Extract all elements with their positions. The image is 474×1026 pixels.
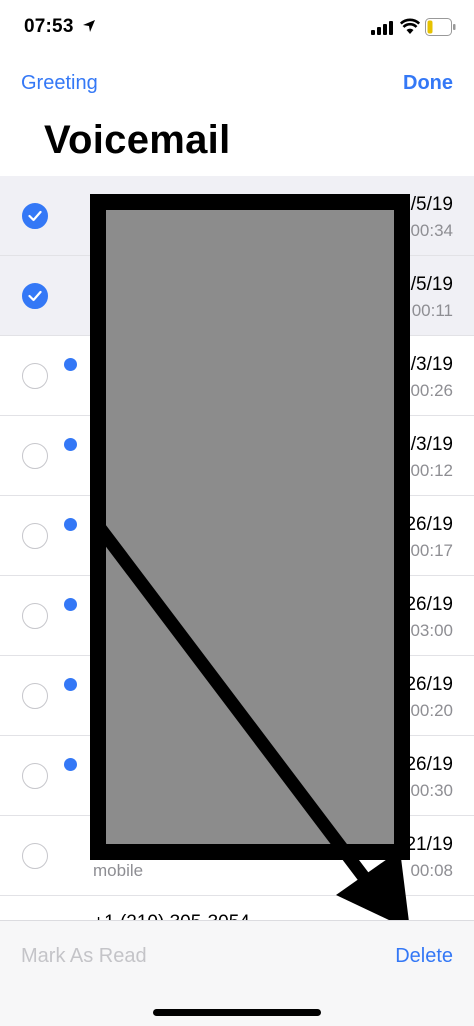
unread-dot	[64, 598, 77, 611]
unread-dot	[64, 758, 77, 771]
voicemail-date: 26/19	[405, 674, 453, 695]
status-bar: 07:53	[0, 0, 474, 56]
voicemail-duration: 00:08	[410, 861, 453, 880]
voicemail-date: 26/19	[405, 514, 453, 535]
redaction-box	[90, 194, 410, 860]
greeting-button[interactable]: Greeting	[21, 72, 98, 95]
unread-dot	[64, 358, 77, 371]
delete-button[interactable]: Delete	[395, 945, 453, 968]
voicemail-date: /5/19	[410, 194, 453, 215]
battery-icon	[425, 18, 456, 36]
done-button[interactable]: Done	[403, 72, 453, 95]
selection-circle[interactable]	[22, 603, 48, 629]
voicemail-date: /3/19	[410, 434, 453, 455]
location-arrow-icon	[83, 20, 95, 32]
status-time: 07:53	[24, 16, 74, 37]
home-indicator	[153, 1009, 321, 1016]
checkmark-icon[interactable]	[22, 283, 48, 309]
unread-dot	[64, 518, 77, 531]
selection-circle[interactable]	[22, 443, 48, 469]
caller-subtitle: mobile	[93, 861, 144, 880]
voicemail-date: 26/19	[405, 594, 453, 615]
selection-circle[interactable]	[22, 683, 48, 709]
unread-dot	[64, 678, 77, 691]
voicemail-duration: 00:17	[410, 541, 453, 560]
cellular-signal-icon	[371, 21, 393, 35]
page-title: Voicemail	[44, 118, 231, 162]
list-item[interactable]: +1 (210) 305-3054	[0, 896, 474, 920]
unread-dot	[64, 438, 77, 451]
selection-circle[interactable]	[22, 843, 48, 869]
voicemail-duration: 00:34	[410, 221, 453, 240]
voicemail-date: /5/19	[410, 274, 453, 295]
voicemail-duration: 00:12	[410, 461, 453, 480]
voicemail-duration: 00:20	[410, 701, 453, 720]
selection-circle[interactable]	[22, 523, 48, 549]
voicemail-duration: 03:00	[410, 621, 453, 640]
voicemail-date: 21/19	[405, 834, 453, 855]
checkmark-icon[interactable]	[22, 203, 48, 229]
selection-circle[interactable]	[22, 363, 48, 389]
nav-bar: Greeting Done	[0, 56, 474, 112]
caller-name: +1 (210) 305-3054	[93, 912, 250, 920]
voicemail-duration: 00:11	[411, 301, 453, 320]
wifi-icon	[400, 18, 420, 34]
voicemail-duration: 00:26	[410, 381, 453, 400]
voicemail-duration: 00:30	[410, 781, 453, 800]
mark-as-read-button[interactable]: Mark As Read	[21, 945, 147, 968]
voicemail-date: /3/19	[410, 354, 453, 375]
selection-circle[interactable]	[22, 763, 48, 789]
voicemail-date: 26/19	[405, 754, 453, 775]
